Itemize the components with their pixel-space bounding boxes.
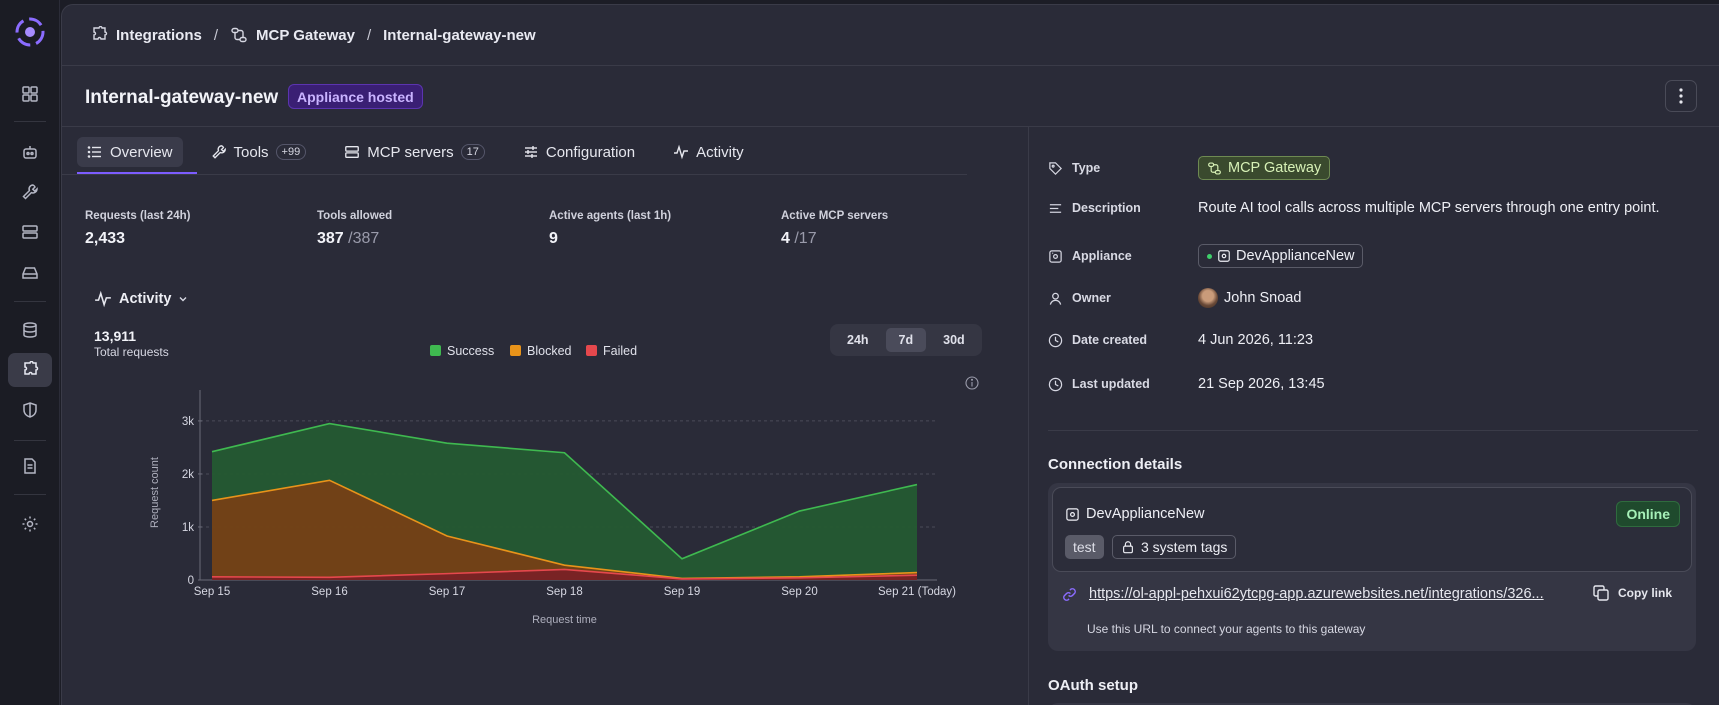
legend-label-blocked: Blocked [527, 344, 572, 358]
user-icon [1049, 292, 1062, 305]
gateway-icon [231, 27, 247, 43]
legend-label-failed: Failed [603, 344, 637, 358]
detail-owner: Owner John Snoad [1048, 288, 1301, 308]
y-tick-label: 2k [182, 469, 194, 481]
x-tick-label: Sep 17 [429, 586, 465, 598]
page-title: Internal-gateway-new [85, 87, 279, 108]
app-root: Integrations / MCP Gateway / Internal-ga… [0, 0, 1719, 705]
drive-icon[interactable] [8, 255, 52, 289]
tab-activity[interactable]: Activity [663, 137, 754, 167]
x-tick-label: Sep 16 [311, 586, 347, 598]
tab-overview[interactable]: Overview [77, 137, 183, 167]
sliders-icon [524, 146, 537, 158]
connection-appliance-name: DevApplianceNew [1065, 506, 1204, 522]
legend-swatch-failed [586, 345, 597, 356]
main-panel: Integrations / MCP Gateway / Internal-ga… [61, 4, 1719, 705]
legend-label-success: Success [447, 344, 494, 358]
breadcrumb-separator: / [366, 26, 372, 44]
appliance-icon [1218, 250, 1230, 262]
mcp-gateway-type-tag: MCP Gateway [1198, 156, 1331, 180]
detail-last-updated: Last updated 21 Sep 2026, 13:45 [1048, 376, 1325, 392]
database-icon[interactable] [8, 313, 52, 347]
tag-icon [1049, 161, 1062, 175]
server-icon[interactable] [8, 215, 52, 249]
detail-description: Description Route AI tool calls across m… [1048, 200, 1660, 216]
tag-test: test [1065, 535, 1104, 559]
list-icon [87, 146, 101, 158]
left-rail [0, 0, 60, 705]
pulse-icon [674, 144, 689, 160]
breadcrumb-current: Internal-gateway-new [383, 26, 536, 44]
app-logo-icon[interactable] [12, 14, 48, 50]
appliance-icon [1066, 507, 1079, 521]
metric-active-agents: Active agents (last 1h) 9 [549, 210, 672, 247]
puzzle-icon [93, 26, 108, 40]
x-tick-label: Sep 20 [781, 586, 817, 598]
tab-tools[interactable]: Tools +99 [201, 137, 317, 167]
tab-mcp-servers[interactable]: MCP servers 17 [334, 137, 495, 167]
y-axis-title: Request count [149, 457, 161, 528]
breadcrumb-integrations[interactable]: Integrations [90, 26, 202, 44]
appliance-link[interactable]: DevApplianceNew [1198, 244, 1364, 268]
legend-swatch-success [430, 345, 441, 356]
status-dot [1207, 253, 1212, 259]
document-icon[interactable] [8, 449, 52, 483]
breadcrumb-separator: / [213, 26, 219, 44]
legend-swatch-blocked [510, 345, 521, 356]
gateway-icon [1208, 162, 1221, 174]
oauth-setup-title: OAuth setup [1048, 677, 1138, 694]
tools-count-badge: +99 [275, 144, 307, 160]
shield-icon[interactable] [8, 393, 52, 427]
clock-icon [1048, 377, 1063, 391]
integrations-puzzle-icon[interactable] [8, 353, 52, 387]
breadcrumb-mcp-gateway[interactable]: MCP Gateway [230, 26, 355, 44]
tab-configuration[interactable]: Configuration [513, 137, 645, 167]
agent-bot-icon[interactable] [8, 135, 52, 169]
mcp-servers-count-badge: 17 [460, 144, 485, 160]
x-tick-label: Sep 18 [546, 586, 582, 598]
server-icon [345, 146, 360, 158]
metric-active-mcp-servers: Active MCP servers 4 /17 [781, 210, 889, 247]
status-badge: Online [1616, 501, 1680, 527]
x-axis-title: Request time [532, 614, 597, 626]
activity-dropdown[interactable]: Activity [94, 290, 188, 308]
metric-tools-allowed: Tools allowed 387 /387 [317, 210, 393, 247]
x-tick-label: Sep 15 [194, 586, 230, 598]
connection-help-text: Use this URL to connect your agents to t… [1087, 622, 1366, 636]
copy-link-button[interactable]: Copy link [1592, 584, 1672, 602]
copy-icon [1593, 585, 1609, 601]
dashboard-icon[interactable] [8, 77, 52, 111]
settings-gear-icon[interactable] [8, 507, 52, 541]
metric-requests: Requests (last 24h) 2,433 [85, 210, 191, 247]
detail-appliance: Appliance DevApplianceNew [1048, 244, 1364, 268]
wrench-icon[interactable] [8, 175, 52, 209]
connection-details-title: Connection details [1048, 456, 1183, 473]
y-tick-label: 1k [182, 522, 194, 534]
gateway-url: https://ol-appl-pehxui62ytcpg-app.azurew… [1062, 586, 1544, 602]
wrench-icon [211, 145, 226, 159]
chevron-down-icon [179, 297, 187, 302]
link-icon [1063, 587, 1076, 601]
activity-chart: Success Blocked Failed01k2k3kSep 15 Sep 16 S… [149, 344, 956, 626]
x-tick-label: Sep 21 (Today) [878, 586, 956, 598]
x-tick-label: Sep 19 [664, 586, 700, 598]
y-tick-label: 3k [182, 416, 194, 428]
appliance-hosted-badge: Appliance hosted [288, 84, 423, 109]
avatar [1198, 288, 1218, 308]
kebab-menu-icon [1679, 88, 1683, 104]
breadcrumb: Integrations / MCP Gateway / Internal-ga… [90, 5, 536, 65]
text-align-icon [1049, 203, 1062, 213]
pulse-icon [95, 290, 111, 308]
clock-icon [1048, 333, 1063, 347]
detail-date-created: Date created 4 Jun 2026, 11:23 [1048, 332, 1313, 348]
system-tags-chip[interactable]: 3 system tags [1112, 535, 1237, 559]
appliance-connection-box: DevApplianceNew Online test 3 system tag… [1052, 487, 1692, 572]
more-options-button[interactable] [1665, 80, 1697, 112]
lock-icon [1123, 541, 1133, 554]
gateway-url-link[interactable]: https://ol-appl-pehxui62ytcpg-app.azurew… [1089, 586, 1544, 602]
detail-type: Type MCP Gateway [1048, 156, 1331, 180]
tab-bar: Overview Tools +99 MCP servers 17 Config… [77, 126, 772, 178]
appliance-icon [1049, 249, 1062, 263]
connection-card: DevApplianceNew Online test 3 system tag… [1048, 483, 1696, 651]
